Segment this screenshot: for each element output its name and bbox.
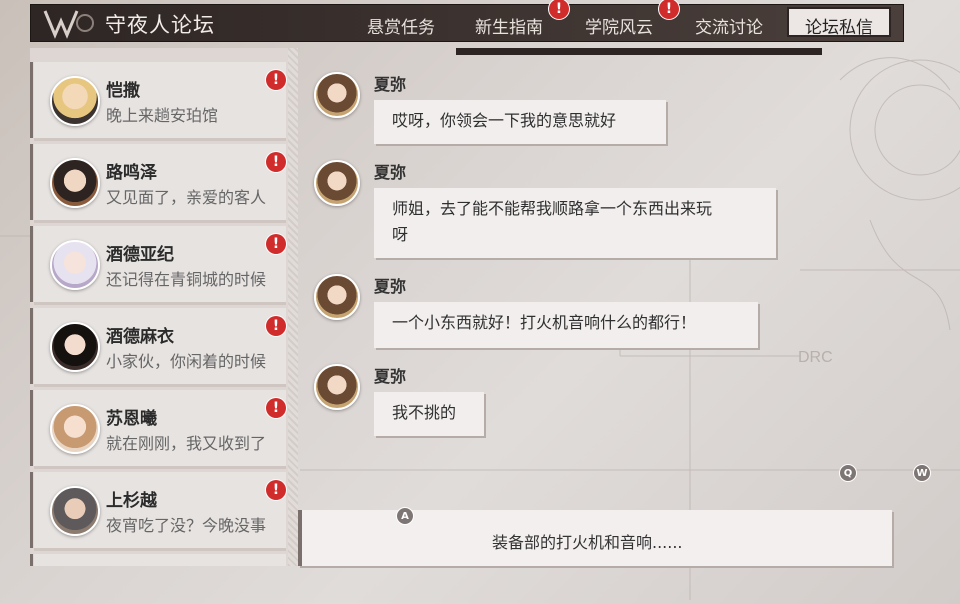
unread-alert-badge: !	[266, 316, 286, 336]
message-text: 呀	[392, 225, 409, 244]
list-edge-decoration	[288, 48, 298, 566]
conversation-item[interactable]: 路鸣泽 又见面了，亲爱的客人 !	[30, 144, 286, 223]
conversation-item-partial[interactable]	[30, 554, 286, 566]
active-tab-underline	[456, 48, 822, 55]
conversation-name: 酒德麻衣	[106, 327, 174, 347]
conversation-list[interactable]: 恺撒 晚上来趟安珀馆 ! 路鸣泽 又见面了，亲爱的客人 ! 酒德亚纪 还记得在青…	[30, 48, 288, 566]
avatar	[50, 486, 100, 536]
tab-academy-news[interactable]: 学院风云	[585, 13, 653, 38]
app-title: 守夜人论坛	[105, 13, 215, 37]
unread-alert-badge: !	[266, 234, 286, 254]
message-text: 我不挑的	[392, 403, 457, 422]
conversation-preview: 晚上来趟安珀馆	[106, 106, 219, 125]
conversation-item[interactable]: 上杉越 夜宵吃了没？今晚没事 !	[30, 472, 286, 551]
message-text: 一个小东西就好！打火机音响什么的都行！	[392, 313, 697, 332]
message-text: 哎呀，你领会一下我的意思就好	[392, 111, 617, 130]
w-key-hint-icon[interactable]: W	[913, 464, 931, 482]
reply-option-text: 装备部的打火机和音响......	[492, 533, 683, 552]
unread-alert-badge: !	[266, 398, 286, 418]
conversation-item[interactable]: 恺撒 晚上来趟安珀馆 !	[30, 62, 286, 141]
tab-discussion[interactable]: 交流讨论	[695, 13, 763, 38]
conversation-name: 上杉越	[106, 491, 157, 511]
sender-avatar	[314, 274, 360, 320]
conversation-item[interactable]: 苏恩曦 就在刚刚，我又收到了 !	[30, 390, 286, 469]
conversation-name: 路鸣泽	[106, 163, 157, 183]
sender-avatar	[314, 364, 360, 410]
reply-option-button[interactable]: 装备部的打火机和音响......	[298, 510, 892, 566]
conversation-name: 酒德亚纪	[106, 245, 174, 265]
conversation-name: 苏恩曦	[106, 409, 157, 429]
message-bubble: 一个小东西就好！打火机音响什么的都行！	[374, 302, 758, 348]
message-bubble: 哎呀，你领会一下我的意思就好	[374, 100, 666, 144]
sender-name: 夏弥	[374, 75, 407, 94]
top-nav-bar: 守夜人论坛 悬赏任务 新生指南 ! 学院风云 ! 交流讨论 论坛私信	[30, 0, 904, 42]
tab-freshman-guide[interactable]: 新生指南	[475, 13, 543, 38]
tab-bounty-tasks[interactable]: 悬赏任务	[367, 13, 435, 38]
avatar	[50, 404, 100, 454]
sender-avatar	[314, 160, 360, 206]
q-key-hint-icon[interactable]: Q	[839, 464, 857, 482]
avatar	[50, 322, 100, 372]
sender-name: 夏弥	[374, 367, 407, 386]
conversation-preview: 小家伙，你闲着的时候	[106, 352, 267, 371]
message-bubble: 师姐，去了能不能帮我顺路拿一个东西出来玩 呀	[374, 188, 776, 258]
forum-logo-icon	[43, 10, 94, 39]
unread-alert-badge: !	[266, 70, 286, 90]
avatar	[50, 76, 100, 126]
conversation-item[interactable]: 酒德亚纪 还记得在青铜城的时候 !	[30, 226, 286, 305]
drc-watermark: DRC	[798, 349, 833, 366]
a-key-hint-icon[interactable]: A	[396, 507, 414, 525]
tab-private-messages[interactable]: 论坛私信	[787, 7, 891, 38]
conversation-preview: 就在刚刚，我又收到了	[106, 434, 267, 453]
unread-alert-badge: !	[266, 480, 286, 500]
avatar	[50, 240, 100, 290]
message-text: 师姐，去了能不能帮我顺路拿一个东西出来玩	[392, 199, 713, 218]
unread-alert-badge: !	[266, 152, 286, 172]
conversation-item[interactable]: 酒德麻衣 小家伙，你闲着的时候 !	[30, 308, 286, 387]
sender-name: 夏弥	[374, 163, 407, 182]
sender-name: 夏弥	[374, 277, 407, 296]
conversation-preview: 还记得在青铜城的时候	[106, 270, 267, 289]
sender-avatar	[314, 72, 360, 118]
avatar	[50, 158, 100, 208]
message-bubble: 我不挑的	[374, 392, 484, 436]
conversation-preview: 夜宵吃了没？今晚没事	[106, 516, 267, 535]
tab-academy-news-alert-badge: !	[659, 0, 679, 19]
conversation-preview: 又见面了，亲爱的客人	[106, 188, 267, 207]
conversation-name: 恺撒	[106, 81, 140, 101]
tab-freshman-guide-alert-badge: !	[549, 0, 569, 19]
